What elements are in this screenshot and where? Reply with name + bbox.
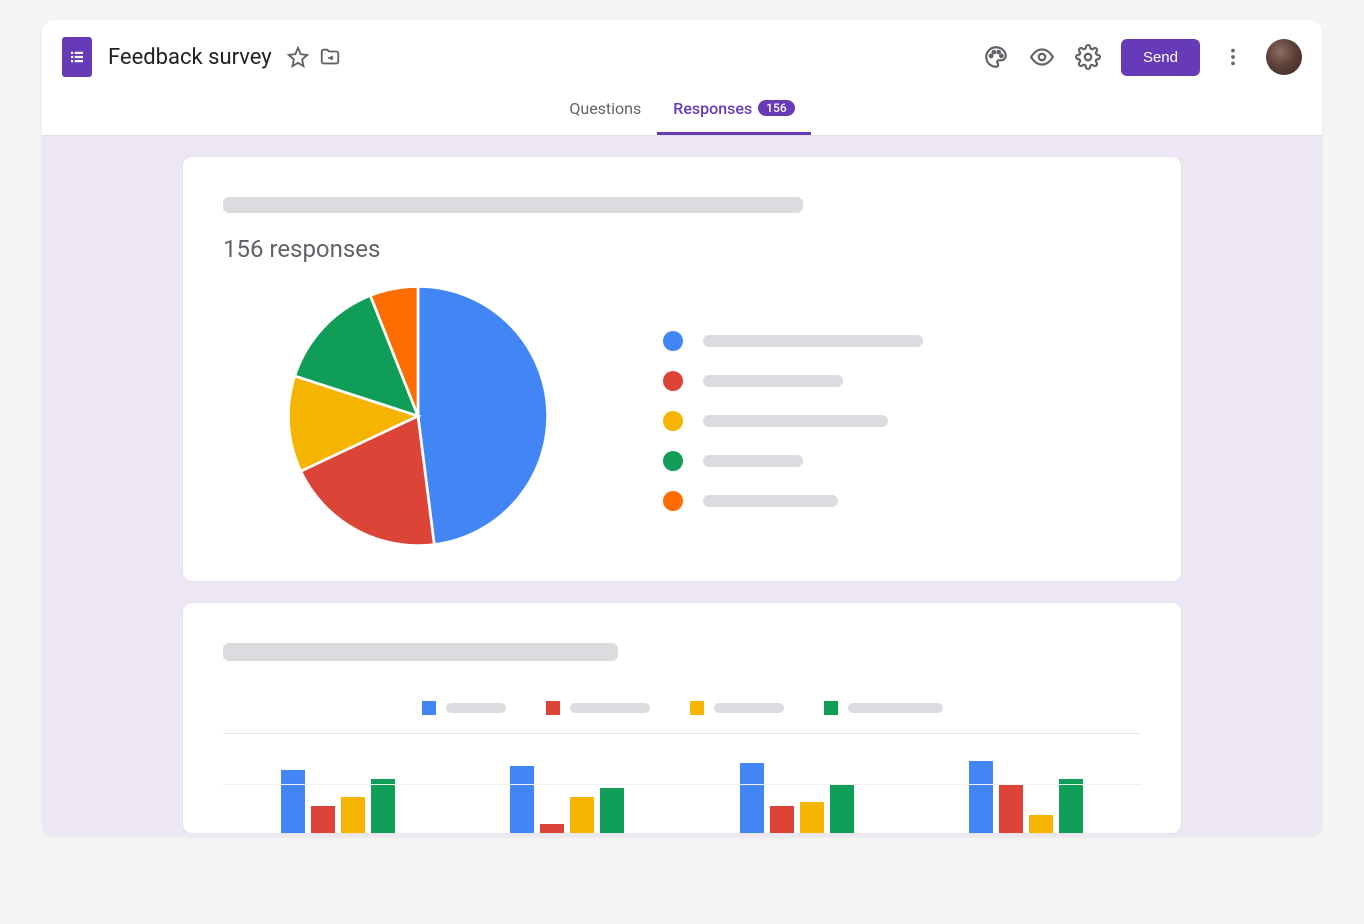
bar-group <box>740 763 854 833</box>
bar <box>570 797 594 833</box>
bar <box>540 824 564 833</box>
send-button[interactable]: Send <box>1121 39 1200 76</box>
bar <box>281 770 305 833</box>
bar <box>311 806 335 833</box>
bar <box>770 806 794 833</box>
responses-count-badge: 156 <box>758 100 794 116</box>
legend-label-placeholder <box>703 415 888 427</box>
pie-slice <box>418 286 548 544</box>
responses-body: 156 responses <box>42 136 1322 836</box>
bar <box>341 797 365 833</box>
legend-label-placeholder <box>848 703 943 713</box>
move-to-folder-icon[interactable] <box>318 45 342 69</box>
header-bar: Feedback survey Send <box>42 20 1322 84</box>
tab-responses-label: Responses <box>673 99 752 118</box>
bar <box>1059 779 1083 833</box>
bar <box>969 761 993 833</box>
legend-item <box>663 491 923 511</box>
bar <box>1029 815 1053 833</box>
bar-legend-item <box>690 701 784 715</box>
bar <box>510 766 534 834</box>
document-title[interactable]: Feedback survey <box>108 45 272 70</box>
legend-swatch-icon <box>824 701 838 715</box>
bar-chart <box>223 733 1141 833</box>
pie-chart <box>283 281 553 551</box>
bar <box>999 784 1023 834</box>
bar-group <box>510 766 624 834</box>
more-vert-icon[interactable] <box>1220 44 1246 70</box>
account-avatar[interactable] <box>1266 39 1302 75</box>
bar <box>830 784 854 834</box>
preview-eye-icon[interactable] <box>1029 44 1055 70</box>
header-tools: Send <box>983 39 1302 76</box>
legend-dot-icon <box>663 411 683 431</box>
legend-label-placeholder <box>714 703 784 713</box>
bar-legend-item <box>546 701 650 715</box>
legend-label-placeholder <box>703 495 838 507</box>
legend-label-placeholder <box>703 455 803 467</box>
app-window: Feedback survey Send Questions <box>42 20 1322 836</box>
forms-logo-icon[interactable] <box>62 37 92 77</box>
question-title-placeholder <box>223 197 803 213</box>
tabs-bar: Questions Responses 156 <box>42 84 1322 136</box>
summary-card-pie: 156 responses <box>182 156 1182 582</box>
legend-item <box>663 411 923 431</box>
legend-dot-icon <box>663 451 683 471</box>
legend-item <box>663 331 923 351</box>
legend-label-placeholder <box>446 703 506 713</box>
bar-legend <box>223 701 1141 715</box>
bar <box>740 763 764 833</box>
legend-label-placeholder <box>703 335 923 347</box>
settings-gear-icon[interactable] <box>1075 44 1101 70</box>
bar-legend-item <box>422 701 506 715</box>
question-title-placeholder <box>223 643 618 661</box>
tab-questions[interactable]: Questions <box>553 84 657 135</box>
bar <box>800 802 824 834</box>
legend-item <box>663 371 923 391</box>
bar <box>371 779 395 833</box>
pie-legend <box>663 331 923 511</box>
bar-legend-item <box>824 701 943 715</box>
legend-dot-icon <box>663 371 683 391</box>
legend-swatch-icon <box>546 701 560 715</box>
legend-swatch-icon <box>690 701 704 715</box>
star-icon[interactable] <box>286 45 310 69</box>
legend-dot-icon <box>663 491 683 511</box>
bar <box>600 788 624 833</box>
palette-icon[interactable] <box>983 44 1009 70</box>
bar-group <box>969 761 1083 833</box>
legend-swatch-icon <box>422 701 436 715</box>
legend-item <box>663 451 923 471</box>
responses-count-text: 156 responses <box>223 235 1141 263</box>
bar-group <box>281 770 395 833</box>
legend-label-placeholder <box>570 703 650 713</box>
legend-dot-icon <box>663 331 683 351</box>
tab-responses[interactable]: Responses 156 <box>657 84 810 135</box>
legend-label-placeholder <box>703 375 843 387</box>
summary-card-bars <box>182 602 1182 834</box>
